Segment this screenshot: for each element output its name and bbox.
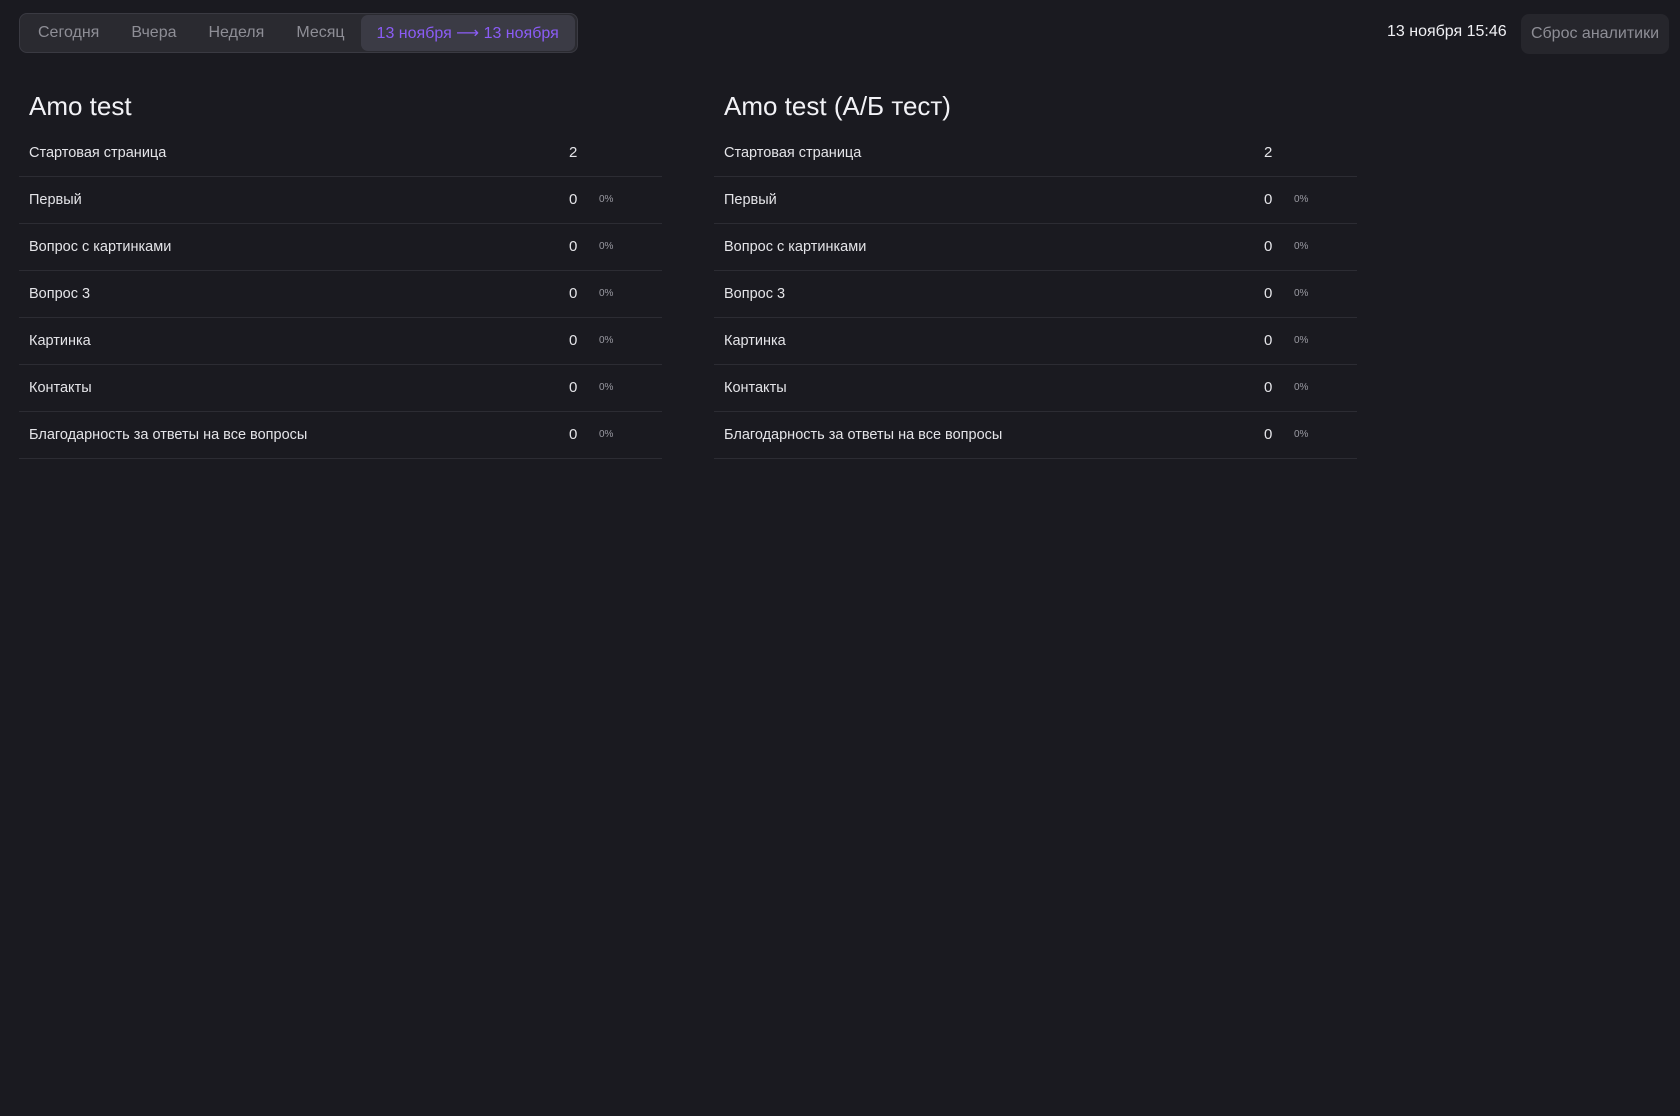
funnel-table: Стартовая страница 2 Первый 0 0% Вопрос …: [714, 130, 1357, 459]
row-count: 2: [1264, 144, 1273, 161]
reset-analytics-button[interactable]: Сброс аналитики: [1521, 14, 1669, 54]
row-label: Вопрос с картинками: [29, 239, 172, 255]
tab-month[interactable]: Месяц: [280, 15, 360, 51]
row-label: Стартовая страница: [29, 145, 167, 161]
row-count: 0: [1264, 379, 1273, 396]
row-label: Благодарность за ответы на все вопросы: [724, 427, 1003, 443]
table-row: Контакты 0 0%: [19, 365, 662, 412]
table-row: Благодарность за ответы на все вопросы 0…: [19, 412, 662, 459]
row-label: Картинка: [29, 333, 91, 349]
panel-title: Amo test: [29, 91, 132, 121]
table-row: Первый 0 0%: [714, 177, 1357, 224]
row-percent: 0%: [599, 335, 614, 346]
tab-custom-range[interactable]: 13 ноября ⟶ 13 ноября: [360, 15, 575, 51]
row-label: Вопрос 3: [29, 286, 91, 302]
tab-yesterday[interactable]: Вчера: [115, 15, 192, 51]
row-count: 0: [1264, 426, 1273, 443]
row-percent: 0%: [1294, 194, 1309, 205]
row-label: Благодарность за ответы на все вопросы: [29, 427, 308, 443]
table-row: Вопрос с картинками 0 0%: [714, 224, 1357, 271]
table-row: Контакты 0 0%: [714, 365, 1357, 412]
current-datetime: 13 ноября 15:46: [1387, 23, 1507, 40]
row-label: Картинка: [724, 333, 786, 349]
row-label: Первый: [724, 192, 777, 208]
row-percent: 0%: [1294, 241, 1309, 252]
panel-title: Amo test (А/Б тест): [724, 91, 951, 121]
funnel-panel-main: Amo test Стартовая страница 2 Первый 0 0…: [19, 86, 662, 459]
table-row: Вопрос 3 0 0%: [714, 271, 1357, 318]
row-percent: 0%: [599, 241, 614, 252]
analytics-page: Сегодня Вчера Неделя Месяц 13 ноября ⟶ 1…: [0, 0, 1680, 1116]
row-count: 0: [569, 191, 578, 208]
table-row: Вопрос 3 0 0%: [19, 271, 662, 318]
row-count: 0: [569, 379, 578, 396]
table-row: Первый 0 0%: [19, 177, 662, 224]
row-count: 0: [569, 332, 578, 349]
funnel-panel-ab-test: Amo test (А/Б тест) Стартовая страница 2…: [714, 86, 1357, 459]
row-label: Вопрос с картинками: [724, 239, 867, 255]
row-percent: 0%: [599, 382, 614, 393]
row-count: 0: [1264, 191, 1273, 208]
row-percent: 0%: [1294, 288, 1309, 299]
row-count: 0: [1264, 332, 1273, 349]
row-percent: 0%: [599, 194, 614, 205]
row-count: 0: [569, 426, 578, 443]
table-row: Картинка 0 0%: [714, 318, 1357, 365]
tab-today[interactable]: Сегодня: [22, 15, 115, 51]
row-percent: 0%: [599, 429, 614, 440]
row-percent: 0%: [1294, 335, 1309, 346]
row-count: 2: [569, 144, 578, 161]
row-label: Контакты: [29, 380, 92, 396]
row-count: 0: [1264, 285, 1273, 302]
period-switcher: Сегодня Вчера Неделя Месяц 13 ноября ⟶ 1…: [19, 13, 578, 53]
row-percent: 0%: [1294, 382, 1309, 393]
row-count: 0: [569, 238, 578, 255]
row-count: 0: [569, 285, 578, 302]
table-row: Благодарность за ответы на все вопросы 0…: [714, 412, 1357, 459]
funnel-table: Стартовая страница 2 Первый 0 0% Вопрос …: [19, 130, 662, 459]
row-count: 0: [1264, 238, 1273, 255]
row-label: Контакты: [724, 380, 787, 396]
row-label: Стартовая страница: [724, 145, 862, 161]
table-row: Стартовая страница 2: [19, 130, 662, 177]
table-row: Вопрос с картинками 0 0%: [19, 224, 662, 271]
row-percent: 0%: [1294, 429, 1309, 440]
row-label: Вопрос 3: [724, 286, 786, 302]
tab-week[interactable]: Неделя: [193, 15, 281, 51]
table-row: Картинка 0 0%: [19, 318, 662, 365]
table-row: Стартовая страница 2: [714, 130, 1357, 177]
row-percent: 0%: [599, 288, 614, 299]
row-label: Первый: [29, 192, 82, 208]
